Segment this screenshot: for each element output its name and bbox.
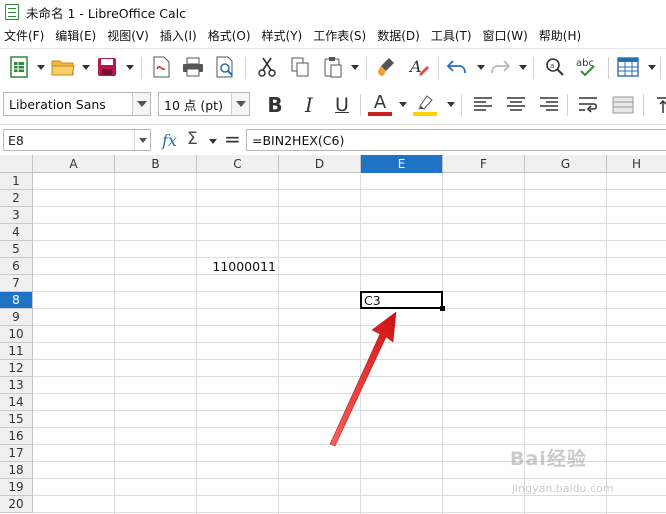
annotation-arrow-icon: [329, 311, 397, 447]
watermark-url: jingyan.baidu.com: [512, 482, 614, 495]
watermark-logo: Bai经验: [510, 448, 587, 470]
